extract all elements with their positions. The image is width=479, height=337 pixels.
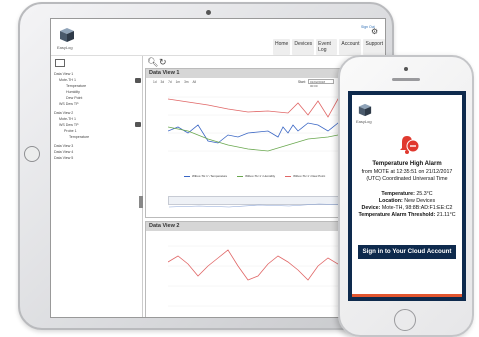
- zoom-button[interactable]: 7d: [168, 80, 172, 84]
- phone-camera: [404, 67, 408, 71]
- alarm-title: Temperature High Alarm: [372, 161, 442, 167]
- sidebar: Data View 1 Mote-TH 1 Temperature Humidi…: [51, 56, 143, 317]
- phone-home-button[interactable]: [394, 309, 416, 331]
- tablet-home-button[interactable]: [24, 146, 40, 162]
- location-row: Location: New Devices: [352, 198, 462, 205]
- zoom-button[interactable]: 3d: [161, 80, 165, 84]
- temperature-row: Temperature: 25.3°C: [352, 191, 462, 198]
- sidebar-item[interactable]: WS Dew TP: [59, 123, 79, 127]
- marketing-scene: EasyLog Sign Out ⚙ Home Devices Event Lo…: [0, 0, 479, 337]
- sidebar-item[interactable]: Probe 1: [64, 129, 77, 133]
- nav-devices[interactable]: Devices: [292, 39, 315, 55]
- location-label: Location:: [378, 198, 403, 204]
- zoom-button[interactable]: 3m: [184, 80, 188, 84]
- panel-title: Data View 2: [149, 223, 180, 229]
- sidebar-collapse-handle[interactable]: [139, 196, 143, 208]
- sidebar-item[interactable]: Temperature: [69, 135, 89, 139]
- tablet-screen: EasyLog Sign Out ⚙ Home Devices Event Lo…: [50, 18, 386, 318]
- sidebar-item[interactable]: Temperature: [66, 84, 86, 88]
- top-nav: Home Devices Event Log Account Support: [273, 39, 385, 55]
- temperature-value: 25.3°C: [416, 191, 433, 197]
- zoom-button[interactable]: 1m: [176, 80, 180, 84]
- easylog-logo-icon: [358, 103, 372, 117]
- sidebar-item[interactable]: Data View 1: [54, 72, 73, 76]
- alarm-line-2: (UTC) Coordinated Universal Time: [366, 176, 448, 182]
- tablet-camera: [206, 10, 211, 15]
- alarm-email-card: EasyLog Temperature High Alarm from MOTE…: [352, 95, 462, 294]
- phone-screen: EasyLog Temperature High Alarm from MOTE…: [348, 91, 466, 301]
- zoom-button[interactable]: 1d: [153, 80, 157, 84]
- device-row: Device: Mote-TH, 98:8B:AD:F1:EE:C2: [352, 205, 462, 212]
- legend-item[interactable]: Wibox-TH 1 \ Dew Point: [285, 174, 325, 178]
- location-value: New Devices: [404, 198, 436, 204]
- legend-item[interactable]: Wibox-TH 1 \ Humidity: [237, 174, 275, 178]
- sign-in-button[interactable]: Sign in to Your Cloud Account: [358, 245, 456, 259]
- chart-legend: Wibox-TH 1 \ Temperature Wibox-TH 1 \ Hu…: [184, 174, 325, 178]
- sidebar-item[interactable]: Mote-TH 1: [59, 117, 76, 121]
- folder-icon[interactable]: [135, 122, 141, 127]
- sidebar-item[interactable]: WS Dew TP: [59, 102, 79, 106]
- alarm-bell-icon: [400, 136, 420, 154]
- legend-label: Wibox-TH 1 \ Temperature: [192, 174, 228, 178]
- sidebar-item[interactable]: Dew Point: [66, 96, 82, 100]
- device-value: Mote-TH, 98:8B:AD:F1:EE:C2: [381, 205, 453, 211]
- legend-label: Wibox-TH 1 \ Dew Point: [293, 174, 326, 178]
- chart-tool-icon[interactable]: [55, 59, 65, 67]
- nav-support[interactable]: Support: [363, 39, 385, 55]
- brand-name: EasyLog: [57, 45, 73, 50]
- gear-icon[interactable]: ⚙: [371, 27, 378, 36]
- easylog-logo-icon: [60, 28, 74, 42]
- sidebar-item[interactable]: Data View 5: [54, 156, 73, 160]
- legend-label: Wibox-TH 1 \ Humidity: [245, 174, 276, 178]
- threshold-value: 21.11°C: [436, 212, 456, 218]
- start-date-input[interactable]: 01/02/2018 00:00: [308, 79, 334, 88]
- sidebar-item[interactable]: Mote-TH 1: [59, 78, 76, 82]
- nav-account[interactable]: Account: [339, 39, 362, 55]
- zoom-button[interactable]: All: [193, 80, 197, 84]
- temperature-label: Temperature:: [381, 191, 415, 197]
- zoom-buttons: 1d 3d 7d 1m 3m All: [153, 80, 196, 84]
- footer-accent-bar: [352, 294, 462, 297]
- nav-home[interactable]: Home: [273, 39, 291, 55]
- nav-event-log[interactable]: Event Log: [316, 39, 338, 55]
- folder-icon[interactable]: [135, 78, 141, 83]
- threshold-row: Temperature Alarm Threshold: 21.11°C: [352, 212, 462, 219]
- phone-device: EasyLog Temperature High Alarm from MOTE…: [338, 55, 474, 337]
- sidebar-item[interactable]: Humidity: [66, 90, 80, 94]
- refresh-icon[interactable]: ↻: [159, 57, 167, 68]
- phone-speaker: [392, 78, 420, 81]
- start-label: Start:: [298, 80, 306, 84]
- sidebar-item[interactable]: Data View 4: [54, 150, 73, 154]
- panel-title: Data View 1: [149, 70, 180, 76]
- legend-item[interactable]: Wibox-TH 1 \ Temperature: [184, 174, 227, 178]
- sidebar-item[interactable]: Data View 2: [54, 111, 73, 115]
- threshold-label: Temperature Alarm Threshold:: [358, 212, 436, 218]
- brand-name: EasyLog: [356, 119, 372, 124]
- alarm-line-1: from MOTE at 12:35:51 on 21/12/2017: [361, 169, 453, 175]
- sidebar-item[interactable]: Data View 3: [54, 144, 73, 148]
- search-icon[interactable]: 🔍︎: [147, 57, 158, 68]
- device-label: Device:: [361, 205, 381, 211]
